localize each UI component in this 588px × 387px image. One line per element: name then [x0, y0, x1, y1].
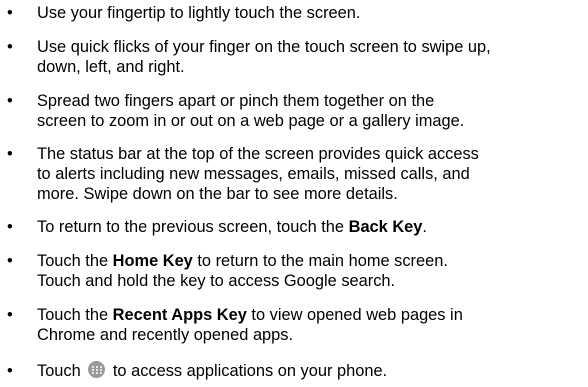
- bullet: •: [7, 252, 13, 270]
- item-text: .: [422, 218, 427, 236]
- apps-icon: [88, 361, 106, 378]
- instruction-list: • Use your fingertip to lightly touch th…: [0, 0, 588, 387]
- bullet: •: [7, 145, 13, 163]
- bullet: •: [7, 362, 13, 380]
- item-text: To return to the previous screen, touch …: [37, 218, 349, 236]
- bullet: •: [7, 218, 13, 236]
- recent-apps-key-label: Recent Apps Key: [112, 306, 247, 324]
- item-text: Use your fingertip to lightly touch the …: [37, 4, 361, 22]
- item-text: down, left, and right.: [37, 58, 185, 76]
- item-text: to return to the main home screen.: [192, 252, 448, 270]
- item-text: to access applications on your phone.: [108, 362, 388, 380]
- item-text: Spread two fingers apart or pinch them t…: [37, 92, 435, 110]
- item-text: to view opened web pages in: [246, 306, 463, 324]
- item-text: Use quick flicks of your finger on the t…: [37, 38, 491, 56]
- item-text: Chrome and recently opened apps.: [37, 326, 294, 344]
- item-text: Touch the: [37, 252, 113, 270]
- bullet: •: [7, 4, 13, 22]
- item-text: The status bar at the top of the screen …: [37, 145, 479, 163]
- item-text: Touch and hold the key to access Google …: [37, 272, 396, 290]
- bullet: •: [7, 306, 13, 324]
- item-text: Touch the: [37, 306, 113, 324]
- bullet: •: [7, 92, 13, 110]
- item-text: Touch: [37, 362, 86, 380]
- back-key-label: Back Key: [348, 218, 423, 236]
- item-text: more. Swipe down on the bar to see more …: [37, 185, 398, 203]
- item-text: screen to zoom in or out on a web page o…: [37, 112, 465, 130]
- home-key-label: Home Key: [112, 252, 193, 270]
- bullet: •: [7, 38, 13, 56]
- item-text: to alerts including new messages, emails…: [37, 165, 470, 183]
